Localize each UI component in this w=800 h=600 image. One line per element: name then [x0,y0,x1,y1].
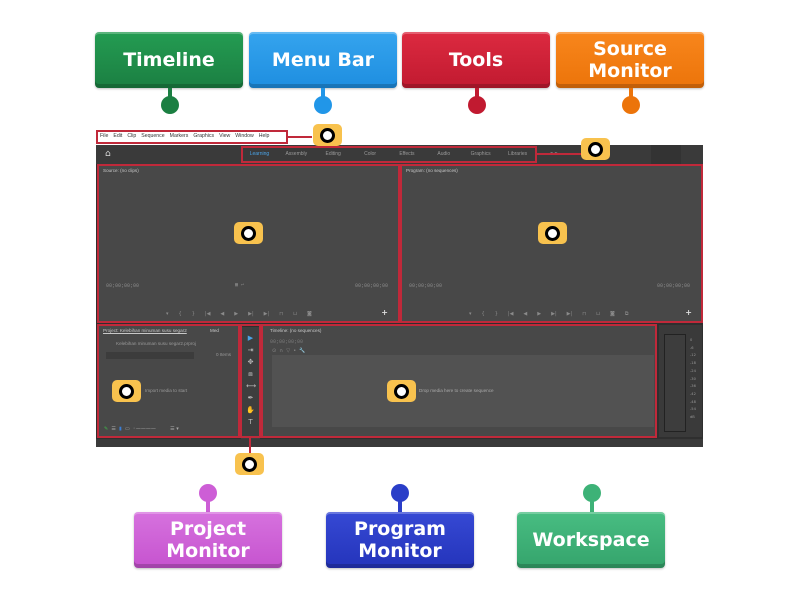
timeline-empty-text: Drop media here to create sequence [419,388,494,393]
label-text: Project Monitor [166,518,250,562]
hotspot-tools[interactable] [235,453,264,475]
hotspot-ring-icon [241,225,256,241]
audio-meter [664,334,686,432]
menu-view: View [219,133,231,139]
label-timeline[interactable]: Timeline [95,32,243,88]
menu-help: Help [258,133,270,139]
razor-tool-icon: ⧈ [248,370,253,378]
hotspot-program-monitor[interactable] [538,222,567,244]
project-footer: ✎ ☰ ▮ ▭ ◦———— ☰ ▾ [104,426,179,432]
project-empty-text: Import media to start [145,388,188,393]
ws-tab-assembly: Assembly [285,151,308,157]
source-title: Source: (no clips) [103,168,139,173]
menu-clip: Clip [127,133,137,139]
menu-graphics: Graphics [193,133,215,139]
ws-tab-learning: Learning [249,151,270,157]
project-search-field [106,352,194,359]
hotspot-ring-icon [588,141,603,157]
program-add-icon: + [685,308,692,317]
project-file: Kelebihan minuman susu segar2.prproj [116,341,196,346]
program-transport: ▾{} |◀ ◀ ▶ ▶| ▶| ⊓ ⊔ ◙ ⧉ [469,311,629,317]
anchor-dot [622,96,640,114]
ws-tab-editing: Editing [325,151,341,157]
audio-meter-scale: 0 -6 -12 -18 -24 -30 -36 -42 -48 -54 dB [690,338,696,420]
project-items: 0 Items [216,352,232,357]
label-text: Source Monitor [588,38,672,82]
menu-markers: Markers [169,133,189,139]
ws-tab-color: Color [364,151,377,157]
anchor-dot [468,96,486,114]
timeline-panel: Timeline: (no sequences) 00;00;00;00 ⊙ ∩… [262,325,656,437]
label-text: Menu Bar [271,49,375,71]
ripple-edit-tool-icon: ✥ [247,358,254,366]
hotspot-workspace[interactable] [581,138,610,160]
ws-tab-graphics: Graphics [470,151,491,157]
hotspot-ring-icon [119,383,134,399]
source-add-icon: + [381,308,388,317]
timeline-title: Timeline: (no sequences) [270,328,322,333]
source-settings-icon: ▦ ↩ [235,282,245,288]
hotspot-source-monitor[interactable] [234,222,263,244]
track-select-tool-icon: ⇥ [247,346,254,354]
ws-tab-effects: Effects [399,151,415,157]
menu-bar: File Edit Clip Sequence Markers Graphics… [96,127,703,145]
workspace-bar: ⌂ Learning Assembly Editing Color Effect… [96,145,703,164]
menu-window: Window [235,133,254,139]
menu-file: File [100,133,109,139]
project-tab-media: Med [210,328,219,333]
workspace-pointer [537,153,581,155]
slip-tool-icon: ⟷ [246,382,257,390]
label-text: Program Monitor [354,518,446,562]
menu-edit: Edit [113,133,123,139]
pen-tool-icon: ✒ [247,394,254,402]
label-workspace[interactable]: Workspace [517,512,665,568]
workspace-tabs: Learning Assembly Editing Color Effects … [241,146,536,162]
anchor-dot [314,96,332,114]
connector [206,498,210,512]
label-project-monitor[interactable]: Project Monitor [134,512,282,568]
hand-tool-icon: ✋ [246,406,255,414]
source-transport: ▾{} |◀ ◀ ▶ ▶| ▶| ⊓ ⊔ ◙ [166,311,312,317]
tools-panel: ▶ ⇥ ✥ ⧈ ⟷ ✒ ✋ T [241,327,260,439]
program-tc-left: 00;00;00;00 [409,283,443,289]
hotspot-ring-icon [545,225,560,241]
anchor-dot [161,96,179,114]
type-tool-icon: T [248,418,253,426]
menu-bar-pointer [288,136,312,138]
timeline-tc: 00;00;00;00 [270,339,304,345]
selection-tool-icon: ▶ [247,334,254,342]
program-tc-right: 00;00;00;00 [656,283,690,289]
ws-tab-audio: Audio [437,151,451,157]
hotspot-ring-icon [394,383,409,399]
project-tab: Project: Kelebihan minuman susu segar2 [103,328,187,333]
label-menu-bar[interactable]: Menu Bar [249,32,397,88]
home-icon: ⌂ [105,149,111,159]
menu-sequence: Sequence [141,133,165,139]
status-bar [96,439,703,447]
program-title: Program: (no sequences) [406,168,458,173]
hotspot-menu-bar[interactable] [313,124,342,146]
hotspot-timeline[interactable] [387,380,416,402]
hotspot-ring-icon [320,127,335,143]
timeline-toolbar: ⊙ ∩ ▽ • 🔧 [272,348,306,354]
label-tools[interactable]: Tools [402,32,550,88]
label-text: Tools [448,49,504,71]
connector [590,498,594,512]
source-tc-left: 00;00;00;00 [106,283,140,289]
ws-tab-libraries: Libraries [507,151,528,157]
hotspot-project-panel[interactable] [112,380,141,402]
ws-right-area [651,145,681,164]
tools-pointer [249,438,251,453]
source-tc-right: 00;00;00;00 [354,283,388,289]
timeline-drop-area: Drop media here to create sequence [272,355,654,427]
connector [398,498,402,512]
label-text: Workspace [532,529,650,551]
hotspot-ring-icon [242,456,257,472]
label-program-monitor[interactable]: Program Monitor [326,512,474,568]
label-source-monitor[interactable]: Source Monitor [556,32,704,88]
label-text: Timeline [123,49,215,71]
